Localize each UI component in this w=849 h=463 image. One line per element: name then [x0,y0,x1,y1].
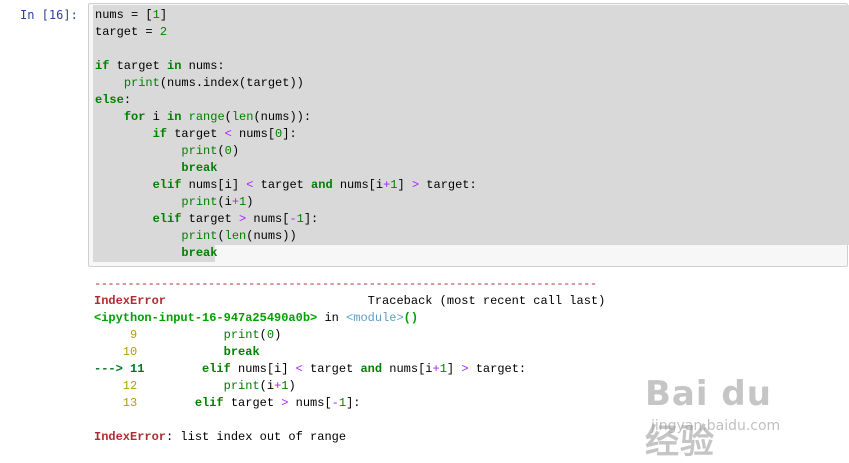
code-line[interactable]: print(0) [95,144,239,158]
watermark-url: jingyan.baidu.com [651,418,781,434]
traceback-line: 9 print(0) [94,328,282,342]
code-line[interactable]: break [95,246,217,260]
traceback-line: 13 elif target > nums[-1]: [94,396,361,410]
code-editor[interactable]: nums = [1] target = 2 if target in nums:… [95,7,477,262]
traceback-label: Traceback (most recent call last) [367,294,606,308]
traceback-line: 12 print(i+1) [94,379,296,393]
code-line[interactable]: for i in range(len(nums)): [95,110,311,124]
code-line[interactable]: elif nums[i] < target and nums[i+1] > ta… [95,178,477,192]
code-line[interactable]: elif target > nums[-1]: [95,212,319,226]
error-name: IndexError [94,294,167,308]
module-reference: <module> [346,311,404,325]
code-line[interactable]: if target < nums[0]: [95,127,297,141]
code-line[interactable]: if target in nums: [95,59,225,73]
code-line[interactable]: print(i+1) [95,195,253,209]
code-line[interactable]: print(nums.index(target)) [95,76,304,90]
traceback-output: ----------------------------------------… [94,277,606,444]
traceback-separator: ----------------------------------------… [94,277,597,291]
code-line[interactable]: print(len(nums)) [95,229,296,243]
baidu-watermark: Bai du 经验 jingyan.baidu.com [645,368,805,462]
code-line[interactable]: target = 2 [95,25,167,39]
cell-prompt: In [16]: [20,8,78,22]
final-error-message: : list index out of range [166,430,347,444]
traceback-line: ---> 11 elif nums[i] < target and nums[i… [94,362,527,376]
traceback-line: 10 break [94,345,260,359]
code-line[interactable]: nums = [1] [95,8,167,22]
input-reference: <ipython-input-16-947a25490a0b> [94,311,318,325]
code-line[interactable]: else: [95,93,131,107]
code-line[interactable]: break [95,161,217,175]
final-error-name: IndexError [94,430,167,444]
